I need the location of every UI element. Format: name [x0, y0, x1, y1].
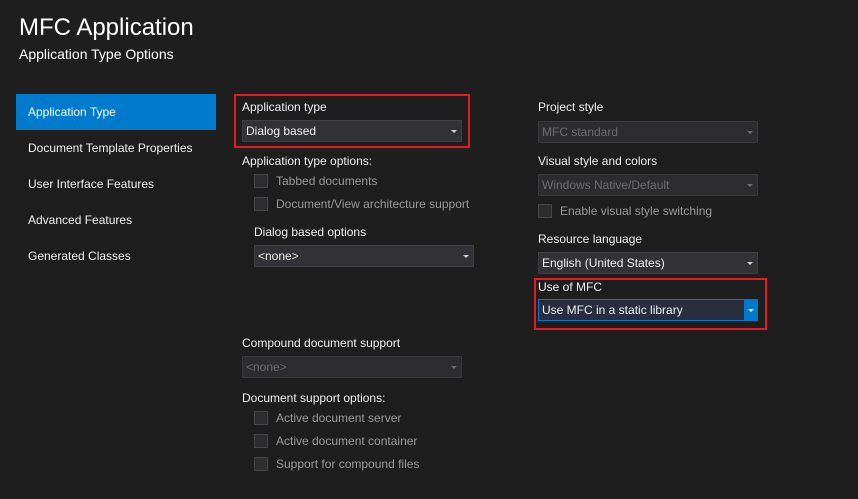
- nav-item-document-template-properties[interactable]: Document Template Properties: [16, 130, 216, 166]
- active-doc-container-label: Active document container: [276, 434, 418, 448]
- page-title: MFC Application: [19, 14, 194, 41]
- compound-support-value: <none>: [246, 360, 287, 374]
- chevron-down-icon: [743, 175, 757, 195]
- checkbox-box[interactable]: [254, 174, 268, 188]
- use-of-mfc-value: Use MFC in a static library: [542, 303, 683, 317]
- compound-support-label: Compound document support: [242, 336, 401, 350]
- application-type-dropdown[interactable]: Dialog based: [242, 120, 462, 142]
- dialog-options-value: <none>: [258, 249, 299, 263]
- wizard-nav: Application Type Document Template Prope…: [16, 94, 216, 274]
- project-style-value: MFC standard: [542, 125, 619, 139]
- checkbox-box[interactable]: [254, 457, 268, 471]
- doc-view-support-checkbox[interactable]: Document/View architecture support: [254, 197, 469, 211]
- enable-visual-switching-checkbox[interactable]: Enable visual style switching: [538, 204, 712, 218]
- project-style-dropdown[interactable]: MFC standard: [538, 121, 758, 143]
- project-style-label: Project style: [538, 100, 604, 114]
- tabbed-documents-checkbox[interactable]: Tabbed documents: [254, 174, 377, 188]
- checkbox-box[interactable]: [254, 197, 268, 211]
- nav-item-generated-classes[interactable]: Generated Classes: [16, 238, 216, 274]
- visual-style-label: Visual style and colors: [538, 154, 658, 168]
- resource-language-label: Resource language: [538, 232, 643, 246]
- chevron-down-icon: [744, 300, 757, 320]
- checkbox-box[interactable]: [254, 434, 268, 448]
- use-of-mfc-dropdown[interactable]: Use MFC in a static library: [538, 299, 758, 321]
- nav-item-advanced-features[interactable]: Advanced Features: [16, 202, 216, 238]
- doc-support-options-label: Document support options:: [242, 391, 386, 405]
- doc-view-support-label: Document/View architecture support: [276, 197, 470, 211]
- enable-visual-switching-label: Enable visual style switching: [560, 204, 713, 218]
- compound-files-label: Support for compound files: [276, 457, 420, 471]
- dialog-options-label: Dialog based options: [254, 225, 367, 239]
- chevron-down-icon: [447, 121, 461, 141]
- nav-item-application-type[interactable]: Application Type: [16, 94, 216, 130]
- page-subtitle: Application Type Options: [19, 46, 174, 62]
- tabbed-documents-label: Tabbed documents: [276, 174, 378, 188]
- nav-item-user-interface-features[interactable]: User Interface Features: [16, 166, 216, 202]
- visual-style-value: Windows Native/Default: [542, 178, 670, 192]
- checkbox-box[interactable]: [538, 204, 552, 218]
- chevron-down-icon: [743, 253, 757, 273]
- active-doc-server-checkbox[interactable]: Active document server: [254, 411, 401, 425]
- chevron-down-icon: [459, 246, 473, 266]
- chevron-down-icon: [743, 122, 757, 142]
- active-doc-server-label: Active document server: [276, 411, 402, 425]
- compound-support-dropdown[interactable]: <none>: [242, 356, 462, 378]
- visual-style-dropdown[interactable]: Windows Native/Default: [538, 174, 758, 196]
- compound-files-checkbox[interactable]: Support for compound files: [254, 457, 419, 471]
- application-type-label: Application type: [242, 100, 327, 114]
- resource-language-dropdown[interactable]: English (United States): [538, 252, 758, 274]
- dialog-options-dropdown[interactable]: <none>: [254, 245, 474, 267]
- checkbox-box[interactable]: [254, 411, 268, 425]
- app-type-options-label: Application type options:: [242, 154, 373, 168]
- application-type-value: Dialog based: [246, 124, 317, 138]
- chevron-down-icon: [447, 357, 461, 377]
- active-doc-container-checkbox[interactable]: Active document container: [254, 434, 417, 448]
- resource-language-value: English (United States): [542, 256, 665, 270]
- use-of-mfc-label: Use of MFC: [538, 280, 603, 294]
